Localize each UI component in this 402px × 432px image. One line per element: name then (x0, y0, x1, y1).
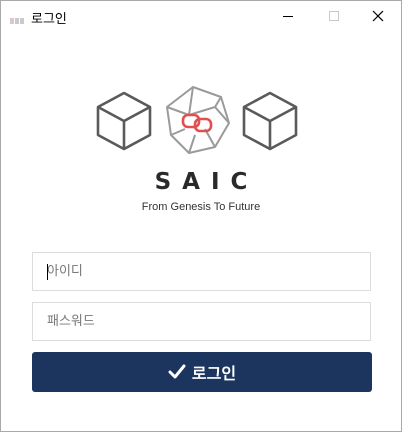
minimize-button[interactable] (265, 1, 311, 31)
text-caret (47, 264, 48, 280)
app-icon (10, 11, 24, 24)
close-button[interactable] (355, 1, 401, 31)
close-icon (372, 10, 384, 22)
password-input[interactable] (33, 303, 370, 340)
brand-name: SAIC (154, 169, 259, 195)
brand-tagline: From Genesis To Future (141, 201, 261, 213)
password-field[interactable] (32, 302, 371, 341)
login-button-content: 로그인 (32, 352, 372, 392)
cube-icon (242, 91, 298, 151)
id-field[interactable] (32, 252, 371, 291)
login-button-label: 로그인 (191, 364, 237, 383)
maximize-icon (329, 11, 339, 21)
window-title: 로그인 (31, 12, 67, 27)
link-polyhedron-icon (166, 86, 230, 154)
cube-icon (96, 91, 152, 151)
maximize-button[interactable] (311, 1, 357, 31)
login-button[interactable]: 로그인 (32, 352, 372, 392)
login-window: 로그인 SAIC From Genesis To Future 아이디 로그인 (0, 0, 402, 432)
minimize-icon (283, 16, 293, 17)
title-bar[interactable]: 로그인 (1, 1, 401, 31)
saic-logo (91, 85, 303, 155)
id-input[interactable] (33, 253, 370, 290)
check-icon (168, 364, 186, 379)
